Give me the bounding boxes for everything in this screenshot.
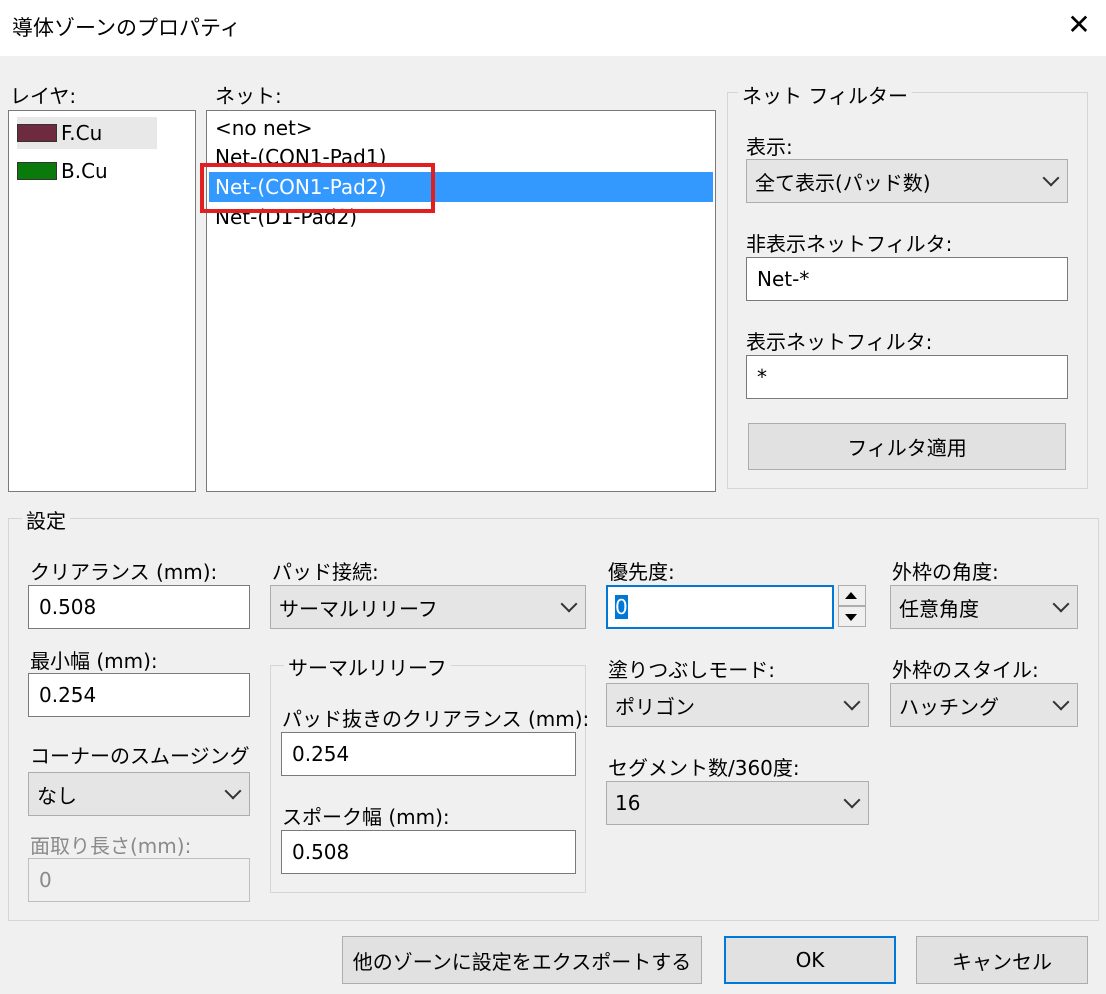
layer-color-swatch [17,162,57,180]
spoke-width-value: 0.508 [292,840,350,864]
segments-label: セグメント数/360度: [608,756,800,780]
chamfer-value: 0 [39,868,52,892]
display-select[interactable]: 全て表示(パッド数) [746,159,1068,203]
spoke-width-label: スポーク幅 (mm): [282,805,450,829]
clearance-input[interactable]: 0.508 [28,585,250,629]
layers-label: レイヤ: [10,84,77,108]
spoke-width-input[interactable]: 0.508 [281,830,576,874]
pad-connection-value: サーマルリリーフ [279,596,438,621]
hide-filter-value: Net-* [757,267,810,291]
chevron-down-icon [1052,693,1070,711]
outline-angle-select[interactable]: 任意角度 [890,585,1078,629]
chevron-down-icon [1052,595,1070,613]
fill-mode-select[interactable]: ポリゴン [606,683,869,727]
min-width-input[interactable]: 0.254 [28,673,250,717]
antipad-clearance-input[interactable]: 0.254 [281,732,576,776]
corner-smoothing-value: なし [37,783,77,808]
ok-button[interactable]: OK [724,936,896,984]
close-icon[interactable]: ✕ [1064,6,1094,44]
fill-mode-label: 塗りつぶしモード: [608,658,775,682]
nets-label: ネット: [215,84,282,108]
cancel-button[interactable]: キャンセル [916,936,1088,984]
min-width-value: 0.254 [39,683,97,707]
thermal-relief-legend: サーマルリリーフ [284,652,451,681]
chevron-down-icon [560,595,578,613]
priority-decrement-button[interactable] [838,606,866,627]
layer-item-bcu[interactable]: B.Cu [17,155,157,187]
layer-name: F.Cu [61,121,103,145]
chamfer-input: 0 [28,858,250,902]
settings-legend: 設定 [22,505,70,534]
chevron-down-icon [843,693,861,711]
export-settings-button[interactable]: 他のゾーンに設定をエクスポートする [342,936,702,984]
apply-filter-button[interactable]: フィルタ適用 [748,423,1066,470]
outline-angle-value: 任意角度 [899,596,979,621]
dialog-title: 導体ゾーンのプロパティ [12,16,241,40]
chevron-down-icon [843,791,861,809]
segments-select[interactable]: 16 [606,781,869,825]
arrow-up-icon [845,592,857,599]
outline-style-select[interactable]: ハッチング [890,683,1078,727]
fill-mode-value: ポリゴン [615,694,695,719]
display-value: 全て表示(パッド数) [755,170,931,195]
outline-style-label: 外枠のスタイル: [892,658,1039,682]
corner-smoothing-select[interactable]: なし [28,772,250,816]
segments-value: 16 [615,791,641,815]
priority-label: 優先度: [608,560,675,584]
net-item[interactable]: <no net> [209,113,713,143]
antipad-clearance-label: パッド抜きのクリアランス (mm): [282,707,590,731]
arrow-down-icon [845,614,857,621]
priority-input[interactable]: 0 [606,585,834,629]
layer-color-swatch [17,124,57,142]
chamfer-label: 面取り長さ(mm): [30,834,192,858]
layer-name: B.Cu [61,159,108,183]
show-filter-input[interactable]: * [746,355,1068,399]
clearance-value: 0.508 [39,595,97,619]
chevron-down-icon [1042,169,1060,187]
clearance-label: クリアランス (mm): [30,560,218,584]
outline-style-value: ハッチング [899,694,999,719]
highlight-annotation-box [200,163,435,213]
corner-smoothing-label: コーナーのスムージング [30,744,250,768]
net-filter-legend: ネット フィルター [738,80,912,109]
antipad-clearance-value: 0.254 [292,742,350,766]
pad-connection-label: パッド接続: [272,560,379,584]
hide-filter-input[interactable]: Net-* [746,257,1068,301]
priority-increment-button[interactable] [838,585,866,606]
hide-filter-label: 非表示ネットフィルタ: [746,232,953,256]
pad-connection-select[interactable]: サーマルリリーフ [270,585,586,629]
min-width-label: 最小幅 (mm): [30,649,158,673]
priority-value: 0 [615,595,628,619]
outline-angle-label: 外枠の角度: [892,560,999,584]
show-filter-value: * [757,365,767,389]
show-filter-label: 表示ネットフィルタ: [746,330,933,354]
layer-list[interactable]: F.Cu B.Cu [8,110,196,492]
layer-item-fcu[interactable]: F.Cu [17,117,157,149]
chevron-down-icon [224,782,242,800]
display-label: 表示: [746,135,793,159]
